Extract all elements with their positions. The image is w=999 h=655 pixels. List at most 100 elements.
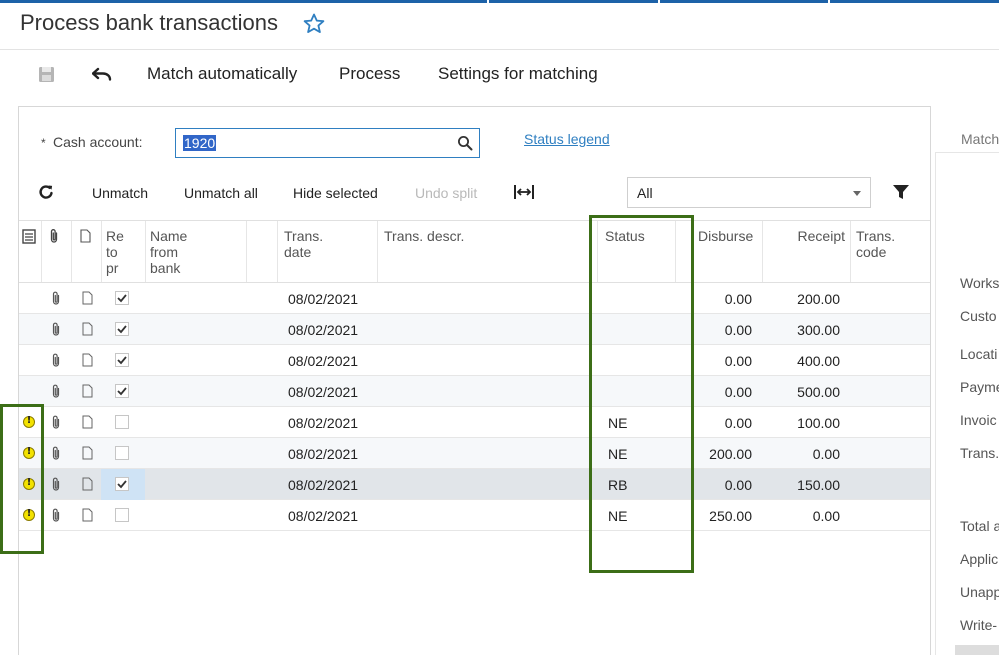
side-panel-field-label: Payme	[960, 379, 999, 395]
trans-date-cell[interactable]: 08/02/2021	[288, 322, 358, 338]
attachment-icon[interactable]	[51, 477, 61, 492]
trans-date-cell[interactable]: 08/02/2021	[288, 477, 358, 493]
trans-date-cell[interactable]: 08/02/2021	[288, 415, 358, 431]
ready-to-process-checkbox[interactable]	[115, 291, 129, 305]
side-panel-field-label: Applic	[960, 551, 999, 567]
tab-match[interactable]: Match	[961, 131, 999, 147]
checkmark-icon	[117, 480, 127, 489]
table-row[interactable]: 08/02/2021 0.00 300.00	[19, 314, 930, 345]
favorite-star-icon[interactable]	[302, 12, 326, 36]
attachment-icon[interactable]	[51, 446, 61, 461]
search-icon[interactable]	[457, 135, 473, 151]
warning-column-highlight	[0, 404, 44, 554]
document-icon[interactable]	[82, 353, 93, 367]
table-row[interactable]: ! 08/02/2021 RB 0.00 150.00	[19, 469, 930, 500]
attachment-column-icon[interactable]	[49, 228, 59, 244]
unmatch-button[interactable]: Unmatch	[92, 185, 148, 201]
trans-date-cell[interactable]: 08/02/2021	[288, 508, 358, 524]
document-icon[interactable]	[82, 477, 93, 491]
top-accent-bar	[0, 0, 999, 3]
ready-to-process-checkbox[interactable]	[115, 508, 129, 522]
receipt-cell[interactable]: 0.00	[764, 508, 840, 524]
document-column-icon[interactable]	[80, 229, 91, 243]
filter-dropdown[interactable]: All	[627, 177, 871, 208]
trans-date-cell[interactable]: 08/02/2021	[288, 446, 358, 462]
trans-date-cell[interactable]: 08/02/2021	[288, 384, 358, 400]
undo-split-button[interactable]: Undo split	[415, 185, 477, 201]
table-row[interactable]: 08/02/2021 0.00 500.00	[19, 376, 930, 407]
column-separator	[101, 221, 102, 282]
table-row[interactable]: ! 08/02/2021 NE 250.00 0.00	[19, 500, 930, 531]
table-row[interactable]: 08/02/2021 0.00 200.00	[19, 283, 930, 314]
column-separator	[277, 221, 278, 282]
side-panel-field-label: Trans.	[960, 445, 999, 461]
document-icon[interactable]	[82, 384, 93, 398]
table-row[interactable]: 08/02/2021 0.00 400.00	[19, 345, 930, 376]
side-panel-button[interactable]	[955, 645, 999, 655]
column-separator	[377, 221, 378, 282]
chevron-down-icon	[853, 191, 861, 196]
column-separator	[41, 221, 42, 282]
col-header-ready-to-process[interactable]: Re to pr	[106, 228, 136, 276]
hide-selected-button[interactable]: Hide selected	[293, 185, 378, 201]
ready-to-process-checkbox[interactable]	[115, 353, 129, 367]
checkmark-icon	[117, 325, 127, 334]
attachment-icon[interactable]	[51, 415, 61, 430]
side-panel-field-label: Total a	[960, 518, 999, 534]
document-icon[interactable]	[82, 291, 93, 305]
filter-icon[interactable]	[892, 184, 910, 201]
page-title: Process bank transactions	[20, 10, 279, 35]
table-row[interactable]: ! 08/02/2021 NE 0.00 100.00	[19, 407, 930, 438]
document-icon[interactable]	[82, 415, 93, 429]
col-header-name-from-bank[interactable]: Name from bank	[150, 228, 187, 276]
checkmark-icon	[117, 356, 127, 365]
column-separator	[246, 221, 247, 282]
filter-selected-value: All	[637, 185, 653, 201]
receipt-cell[interactable]: 150.00	[764, 477, 840, 493]
match-automatically-button[interactable]: Match automatically	[147, 64, 297, 84]
side-panel-field-label: Invoic	[960, 412, 997, 428]
receipt-cell[interactable]: 500.00	[764, 384, 840, 400]
column-separator	[850, 221, 851, 282]
attachment-icon[interactable]	[51, 353, 61, 368]
side-panel-field-label: Locati	[960, 346, 998, 362]
receipt-cell[interactable]: 400.00	[764, 353, 840, 369]
ready-to-process-checkbox[interactable]	[115, 322, 129, 336]
document-icon[interactable]	[82, 508, 93, 522]
col-header-disburse[interactable]: Disburse	[698, 228, 758, 244]
side-panel-field-label: Works	[960, 275, 999, 291]
trans-date-cell[interactable]: 08/02/2021	[288, 291, 358, 307]
document-icon[interactable]	[82, 322, 93, 336]
attachment-icon[interactable]	[51, 384, 61, 399]
table-row[interactable]: ! 08/02/2021 NE 200.00 0.00	[19, 438, 930, 469]
status-legend-link[interactable]: Status legend	[524, 131, 610, 147]
cash-account-input[interactable]: 1920	[175, 128, 480, 158]
settings-for-matching-button[interactable]: Settings for matching	[438, 64, 598, 84]
attachment-icon[interactable]	[51, 322, 61, 337]
column-separator	[762, 221, 763, 282]
attachment-icon[interactable]	[51, 291, 61, 306]
col-header-trans-code[interactable]: Trans. code	[856, 228, 895, 260]
col-header-trans-descr[interactable]: Trans. descr.	[384, 228, 464, 244]
attachment-icon[interactable]	[51, 508, 61, 523]
ready-to-process-checkbox[interactable]	[115, 384, 129, 398]
ready-to-process-checkbox[interactable]	[115, 477, 129, 491]
receipt-cell[interactable]: 300.00	[764, 322, 840, 338]
col-header-receipt[interactable]: Receipt	[770, 228, 845, 244]
checkmark-icon	[117, 294, 127, 303]
notes-column-icon[interactable]	[22, 229, 36, 244]
ready-to-process-checkbox[interactable]	[115, 415, 129, 429]
undo-icon[interactable]	[92, 67, 112, 81]
col-header-trans-date[interactable]: Trans. date	[284, 228, 323, 260]
receipt-cell[interactable]: 100.00	[764, 415, 840, 431]
save-icon[interactable]	[38, 66, 55, 83]
process-button[interactable]: Process	[339, 64, 400, 84]
receipt-cell[interactable]: 200.00	[764, 291, 840, 307]
refresh-icon[interactable]	[38, 184, 55, 201]
unmatch-all-button[interactable]: Unmatch all	[184, 185, 258, 201]
receipt-cell[interactable]: 0.00	[764, 446, 840, 462]
trans-date-cell[interactable]: 08/02/2021	[288, 353, 358, 369]
ready-to-process-checkbox[interactable]	[115, 446, 129, 460]
document-icon[interactable]	[82, 446, 93, 460]
fit-columns-icon[interactable]	[513, 184, 535, 200]
